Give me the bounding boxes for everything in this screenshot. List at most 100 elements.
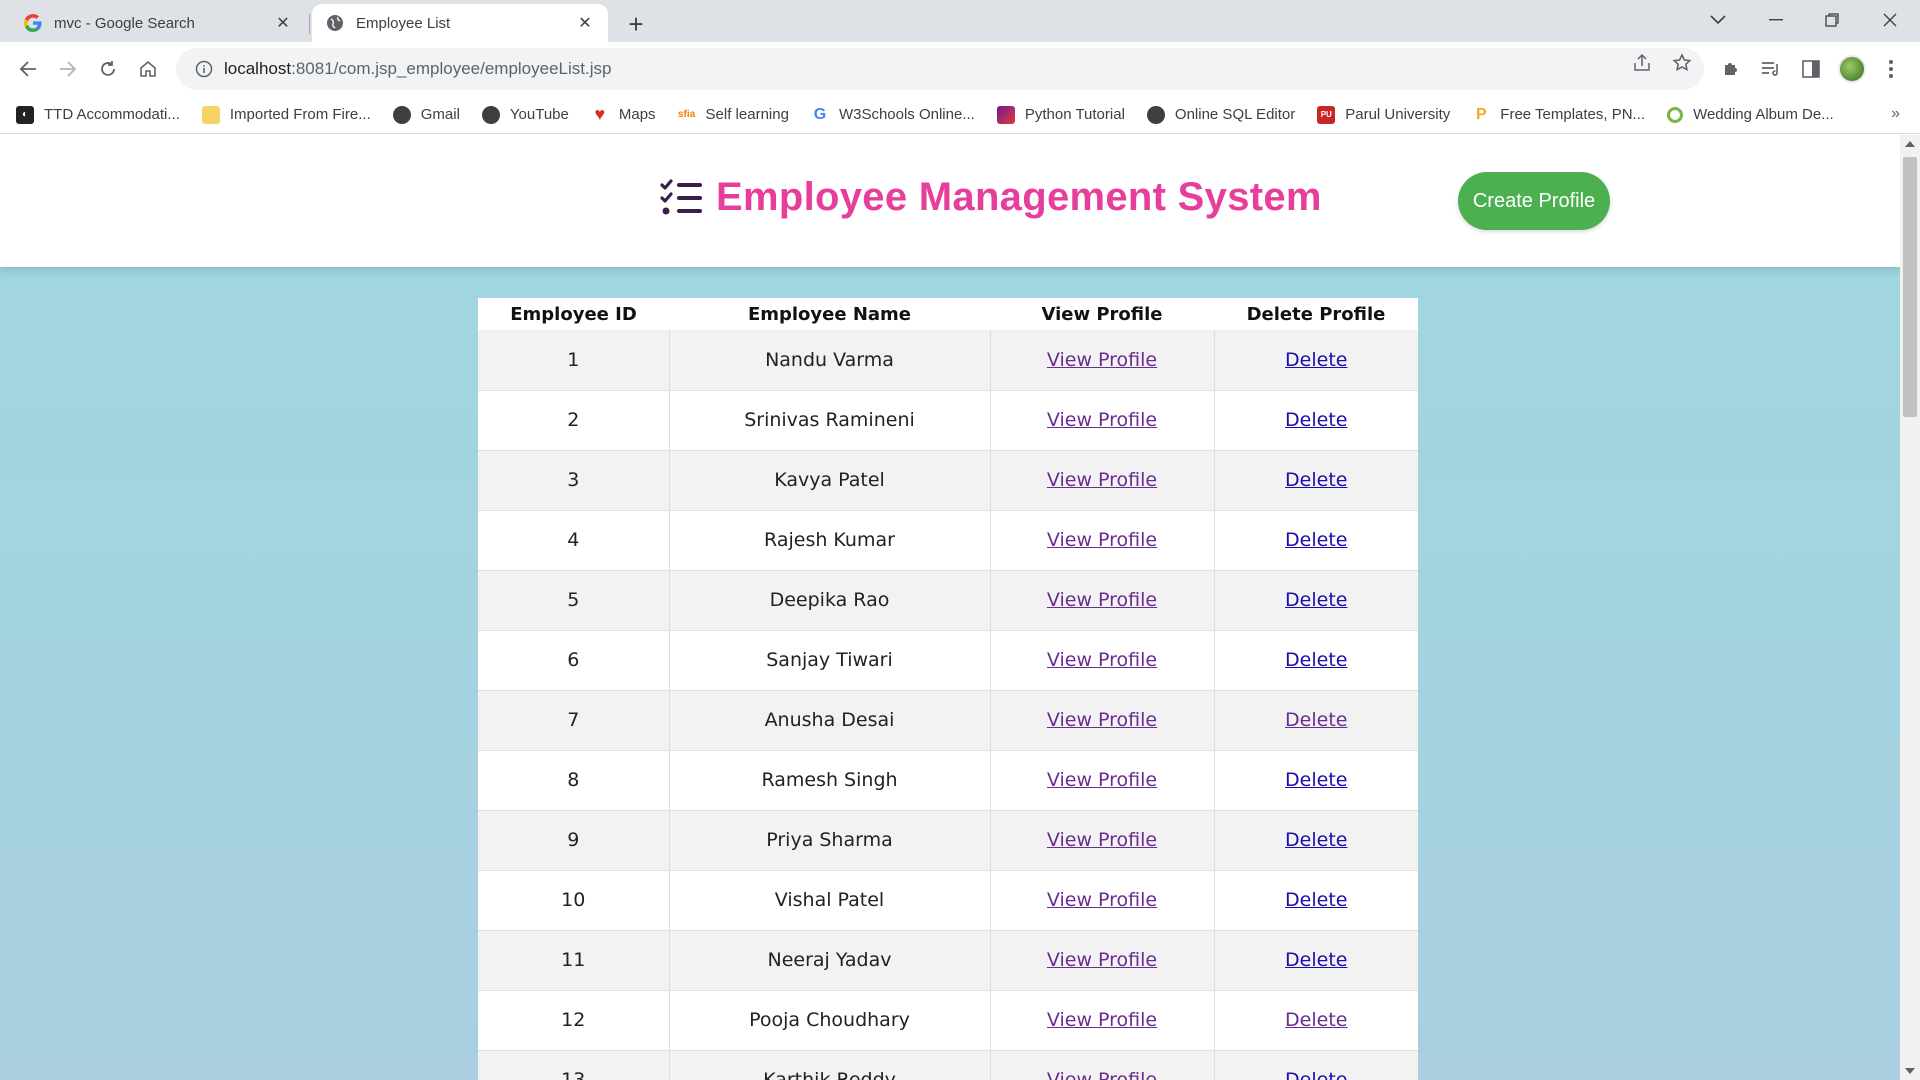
side-panel-icon[interactable] [1796,57,1826,81]
delete-link[interactable]: Delete [1285,469,1347,491]
employee-id-cell: 4 [478,510,670,571]
delete-profile-cell: Delete [1214,990,1418,1051]
view-profile-link[interactable]: View Profile [1047,469,1157,491]
extensions-puzzle-icon[interactable] [1716,57,1746,81]
bookmark-self-learning[interactable]: sfia Self learning [678,106,789,124]
employee-name-cell: Kavya Patel [669,450,991,511]
profile-avatar[interactable] [1838,55,1866,83]
view-profile-link[interactable]: View Profile [1047,589,1157,611]
close-icon[interactable]: ✕ [274,13,292,33]
bookmarks-overflow-chevron-icon[interactable]: » [1891,105,1900,123]
back-button[interactable] [10,51,46,87]
delete-link[interactable]: Delete [1285,529,1347,551]
restore-button[interactable] [1808,0,1856,40]
employee-id-cell: 2 [478,390,670,451]
heart-icon: ♥ [594,104,606,124]
delete-link[interactable]: Delete [1285,409,1347,431]
table-row: 3 Kavya Patel View Profile Delete [478,450,1418,511]
reading-list-icon[interactable] [1756,57,1786,81]
bookmark-ttd[interactable]: ◐ TTD Accommodati... [16,105,180,124]
delete-link[interactable]: Delete [1285,589,1347,611]
bookmark-label: Wedding Album De... [1693,106,1834,123]
more-menu-icon[interactable] [1876,57,1906,81]
view-profile-link[interactable]: View Profile [1047,649,1157,671]
bookmark-imported-folder[interactable]: Imported From Fire... [201,105,371,124]
python-icon [996,105,1015,124]
bookmark-star-icon[interactable] [1664,51,1700,75]
bookmark-youtube[interactable]: YouTube [481,105,569,124]
employee-name-cell: Neeraj Yadav [669,930,991,991]
scroll-up-arrow-icon[interactable] [1905,141,1915,147]
delete-link[interactable]: Delete [1285,1069,1347,1080]
delete-link[interactable]: Delete [1285,769,1347,791]
delete-profile-cell: Delete [1214,690,1418,751]
column-header-view-profile: View Profile [990,298,1214,330]
browser-tab-employee-list[interactable]: Employee List ✕ [312,4,608,42]
view-profile-link[interactable]: View Profile [1047,1009,1157,1031]
table-row: 12 Pooja Choudhary View Profile Delete [478,990,1418,1051]
delete-link[interactable]: Delete [1285,889,1347,911]
view-profile-cell: View Profile [990,1050,1215,1080]
home-button[interactable] [130,51,166,87]
employee-id-cell: 12 [478,990,670,1051]
url-path: :8081/com.jsp_employee/employeeList.jsp [291,59,612,78]
page-scrollbar[interactable] [1900,135,1920,1080]
view-profile-link[interactable]: View Profile [1047,829,1157,851]
employee-name-cell: Deepika Rao [669,570,991,631]
share-icon[interactable] [1624,51,1660,75]
site-info-icon[interactable] [184,60,224,78]
minimize-button[interactable] [1752,0,1800,40]
bookmark-gmail[interactable]: Gmail [392,105,460,124]
employee-table: Employee ID Employee Name View Profile D… [478,298,1418,1080]
bookmark-wedding-album[interactable]: Wedding Album De... [1667,106,1834,123]
scrollbar-thumb[interactable] [1903,157,1917,417]
tab-separator [309,14,310,34]
view-profile-link[interactable]: View Profile [1047,529,1157,551]
close-icon[interactable]: ✕ [576,13,594,33]
view-profile-link[interactable]: View Profile [1047,709,1157,731]
close-window-button[interactable] [1866,0,1914,40]
view-profile-link[interactable]: View Profile [1047,1069,1157,1080]
bookmark-free-templates[interactable]: P Free Templates, PN... [1472,106,1645,124]
view-profile-link[interactable]: View Profile [1047,769,1157,791]
view-profile-link[interactable]: View Profile [1047,409,1157,431]
bookmark-python-tutorial[interactable]: Python Tutorial [996,105,1125,124]
view-profile-cell: View Profile [990,570,1215,631]
browser-tab-google-search[interactable]: mvc - Google Search ✕ [10,4,306,42]
delete-link[interactable]: Delete [1285,649,1347,671]
address-bar[interactable]: localhost:8081/com.jsp_employee/employee… [176,48,1704,90]
column-header-employee-id: Employee ID [478,298,669,330]
delete-link[interactable]: Delete [1285,949,1347,971]
delete-profile-cell: Delete [1214,1050,1418,1080]
reload-button[interactable] [90,51,126,87]
scroll-down-arrow-icon[interactable] [1905,1068,1915,1074]
delete-profile-cell: Delete [1214,870,1418,931]
view-profile-link[interactable]: View Profile [1047,349,1157,371]
employee-name-cell: Karthik Reddy [669,1050,991,1080]
view-profile-link[interactable]: View Profile [1047,949,1157,971]
ttd-icon: ◐ [16,105,34,124]
tab-title: mvc - Google Search [54,14,195,32]
bookmark-w3schools[interactable]: G W3Schools Online... [811,106,975,124]
table-row: 9 Priya Sharma View Profile Delete [478,810,1418,871]
bookmark-parul-university[interactable]: PU Parul University [1317,105,1450,124]
folder-icon [201,105,220,124]
new-tab-button[interactable]: + [618,6,654,42]
bookmark-maps[interactable]: ♥ Maps [591,104,656,124]
forward-button[interactable] [50,51,86,87]
delete-link[interactable]: Delete [1285,1009,1347,1031]
globe-icon [392,105,411,124]
google-icon: G [813,105,827,123]
employee-name-cell: Vishal Patel [669,870,991,931]
view-profile-cell: View Profile [990,810,1215,871]
delete-profile-cell: Delete [1214,750,1418,811]
delete-link[interactable]: Delete [1285,349,1347,371]
view-profile-link[interactable]: View Profile [1047,889,1157,911]
p-icon: P [1475,105,1487,123]
create-profile-button[interactable]: Create Profile [1458,172,1610,230]
tab-search-chevron-down-icon[interactable] [1694,0,1742,40]
delete-link[interactable]: Delete [1285,829,1347,851]
delete-link[interactable]: Delete [1285,709,1347,731]
table-row: 1 Nandu Varma View Profile Delete [478,330,1418,391]
bookmark-online-sql-editor[interactable]: Online SQL Editor [1146,105,1295,124]
